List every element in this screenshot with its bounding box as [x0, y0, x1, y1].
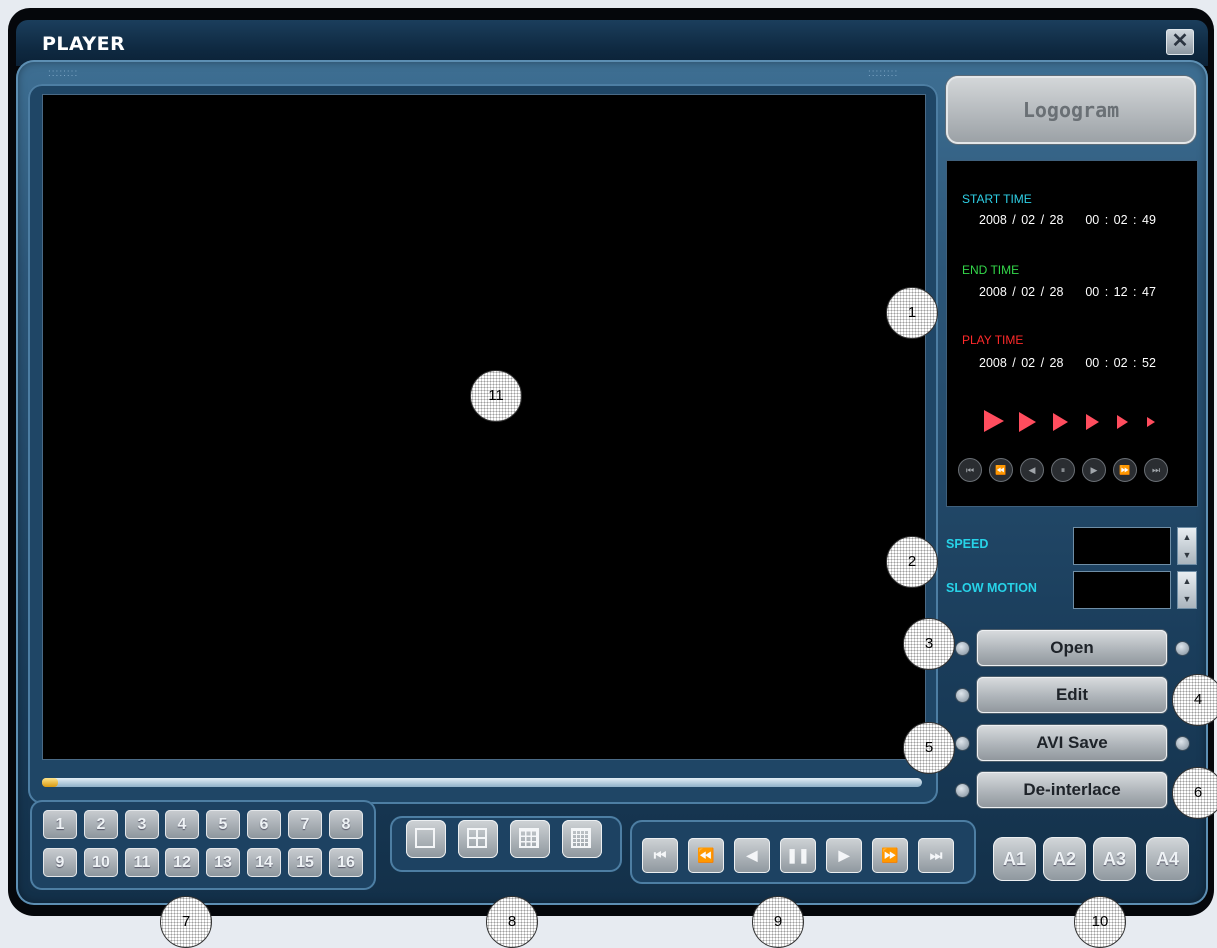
layout-4x4-button[interactable]: [562, 820, 602, 858]
layout-3x3-icon: [519, 828, 539, 848]
callout-7: 7: [160, 896, 212, 948]
led-indicator: [956, 737, 969, 750]
layout-2x2-icon: [467, 828, 487, 848]
callout-9: 9: [752, 896, 804, 948]
channel-button[interactable]: 1: [43, 810, 77, 839]
speed-indicator-icon: [1019, 412, 1036, 432]
mini-first-icon[interactable]: ⏮: [958, 458, 982, 482]
channel-button[interactable]: 8: [329, 810, 363, 839]
speed-field[interactable]: [1073, 527, 1171, 565]
grip-right: ::::::::: [868, 68, 899, 79]
audio-a2-button[interactable]: A2: [1043, 837, 1086, 881]
slow-motion-field[interactable]: [1073, 571, 1171, 609]
channel-button[interactable]: 14: [247, 848, 281, 877]
speed-indicator-icon: [984, 410, 1004, 432]
channel-button[interactable]: 6: [247, 810, 281, 839]
end-time-value: 2008 / 02 / 28 00 : 12 : 47: [979, 285, 1156, 299]
channel-button[interactable]: 7: [288, 810, 322, 839]
callout-4: 4: [1172, 674, 1217, 726]
callout-8: 8: [486, 896, 538, 948]
progress-track[interactable]: [42, 778, 922, 787]
callout-3: 3: [903, 618, 955, 670]
led-indicator: [1176, 737, 1189, 750]
mini-play-icon[interactable]: ▶: [1082, 458, 1106, 482]
slow-motion-label: SLOW MOTION: [946, 581, 1037, 595]
layout-4x4-icon: [571, 828, 591, 848]
audio-a3-button[interactable]: A3: [1093, 837, 1136, 881]
speed-indicator-icon: [1086, 414, 1099, 430]
edit-button[interactable]: Edit: [977, 677, 1167, 713]
layout-3x3-button[interactable]: [510, 820, 550, 858]
audio-a4-button[interactable]: A4: [1146, 837, 1189, 881]
led-indicator: [956, 784, 969, 797]
video-display[interactable]: [42, 94, 926, 760]
slow-motion-spinner[interactable]: ▲ ▼: [1177, 571, 1197, 609]
callout-6: 6: [1172, 767, 1217, 819]
avi-save-button[interactable]: AVI Save: [977, 725, 1167, 761]
speed-label: SPEED: [946, 537, 989, 551]
callout-5: 5: [903, 722, 955, 774]
play-time-label: PLAY TIME: [962, 333, 1024, 347]
led-indicator: [956, 642, 969, 655]
callout-10: 10: [1074, 896, 1126, 948]
callout-1: 1: [886, 287, 938, 339]
channel-button[interactable]: 15: [288, 848, 322, 877]
logo-button: Logogram: [946, 76, 1196, 144]
callout-2: 2: [886, 536, 938, 588]
close-icon[interactable]: ✕: [1166, 29, 1194, 55]
first-icon[interactable]: ⏮: [642, 838, 678, 873]
channel-button[interactable]: 13: [206, 848, 240, 877]
speed-indicator-icon: [1053, 413, 1068, 431]
last-icon[interactable]: ⏭: [918, 838, 954, 873]
channel-panel: [30, 800, 376, 890]
channel-button[interactable]: 11: [125, 848, 159, 877]
channel-button[interactable]: 3: [125, 810, 159, 839]
led-indicator: [956, 689, 969, 702]
mini-last-icon[interactable]: ⏭: [1144, 458, 1168, 482]
start-time-label: START TIME: [962, 192, 1032, 206]
layout-1x1-icon: [415, 828, 435, 848]
channel-button[interactable]: 16: [329, 848, 363, 877]
channel-button[interactable]: 10: [84, 848, 118, 877]
mini-pause-icon[interactable]: ⏸: [1051, 458, 1075, 482]
speed-indicator-icon: [1117, 415, 1128, 429]
window-title: PLAYER: [42, 33, 126, 55]
channel-button[interactable]: 4: [165, 810, 199, 839]
mini-reverse-icon[interactable]: ◀: [1020, 458, 1044, 482]
channel-button[interactable]: 2: [84, 810, 118, 839]
layout-2x2-button[interactable]: [458, 820, 498, 858]
mini-forward-icon[interactable]: ⏩: [1113, 458, 1137, 482]
fast-forward-icon[interactable]: ⏩: [872, 838, 908, 873]
mini-rewind-icon[interactable]: ⏪: [989, 458, 1013, 482]
pause-icon[interactable]: ❚❚: [780, 838, 816, 873]
grip-left: ::::::::: [48, 68, 79, 79]
start-time-value: 2008 / 02 / 28 00 : 02 : 49: [979, 213, 1156, 227]
led-indicator: [1176, 642, 1189, 655]
callout-11: 11: [470, 370, 522, 422]
layout-1x1-button[interactable]: [406, 820, 446, 858]
play-time-value: 2008 / 02 / 28 00 : 02 : 52: [979, 356, 1156, 370]
rewind-icon[interactable]: ⏪: [688, 838, 724, 873]
reverse-play-icon[interactable]: ◀: [734, 838, 770, 873]
channel-button[interactable]: 12: [165, 848, 199, 877]
audio-a1-button[interactable]: A1: [993, 837, 1036, 881]
channel-button[interactable]: 5: [206, 810, 240, 839]
channel-button[interactable]: 9: [43, 848, 77, 877]
speed-indicator-icon: [1147, 417, 1155, 427]
progress-handle[interactable]: [42, 778, 58, 787]
open-button[interactable]: Open: [977, 630, 1167, 666]
end-time-label: END TIME: [962, 263, 1020, 277]
deinterlace-button[interactable]: De-interlace: [977, 772, 1167, 808]
speed-spinner[interactable]: ▲ ▼: [1177, 527, 1197, 565]
play-icon[interactable]: ▶: [826, 838, 862, 873]
